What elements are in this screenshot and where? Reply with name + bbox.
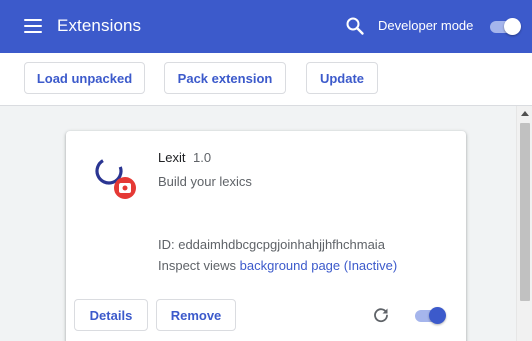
extension-description: Build your lexics xyxy=(158,174,252,189)
inspect-views-label: Inspect views xyxy=(158,258,237,273)
extension-id: ID: eddaimhdbcgcpgjoinhahjjhfhchmaia xyxy=(158,237,385,252)
scrollbar-thumb[interactable] xyxy=(520,123,530,301)
developer-mode-toggle-knob xyxy=(504,18,521,35)
remove-button[interactable]: Remove xyxy=(156,299,236,331)
search-icon[interactable] xyxy=(345,16,365,36)
extension-card: Lexit 1.0 Build your lexics ID: eddaimhd… xyxy=(66,131,466,341)
update-button[interactable]: Update xyxy=(306,62,378,94)
extensions-page: Extensions Developer mode Load unpacked … xyxy=(0,0,532,341)
inspect-views: Inspect views background page (Inactive) xyxy=(158,258,397,273)
reload-icon[interactable] xyxy=(372,306,390,324)
scroll-up-arrow-icon[interactable] xyxy=(521,111,529,116)
background-page-link[interactable]: background page (Inactive) xyxy=(240,258,398,273)
developer-mode-label: Developer mode xyxy=(378,18,474,33)
extension-version: 1.0 xyxy=(193,150,212,165)
pack-extension-button[interactable]: Pack extension xyxy=(164,62,286,94)
extension-enable-toggle[interactable] xyxy=(413,306,447,324)
page-title: Extensions xyxy=(57,16,142,35)
details-button[interactable]: Details xyxy=(74,299,148,331)
toolbar: Load unpacked Pack extension Update xyxy=(0,53,532,106)
top-app-bar: Extensions Developer mode xyxy=(0,0,532,53)
hamburger-menu-icon[interactable] xyxy=(24,18,42,34)
extension-logo-icon xyxy=(94,151,142,201)
vertical-scrollbar[interactable] xyxy=(516,106,532,341)
card-divider xyxy=(66,288,466,289)
developer-mode-toggle[interactable] xyxy=(488,17,522,35)
load-unpacked-button[interactable]: Load unpacked xyxy=(24,62,145,94)
extension-name: Lexit xyxy=(158,150,186,165)
extension-toggle-knob xyxy=(429,307,446,324)
